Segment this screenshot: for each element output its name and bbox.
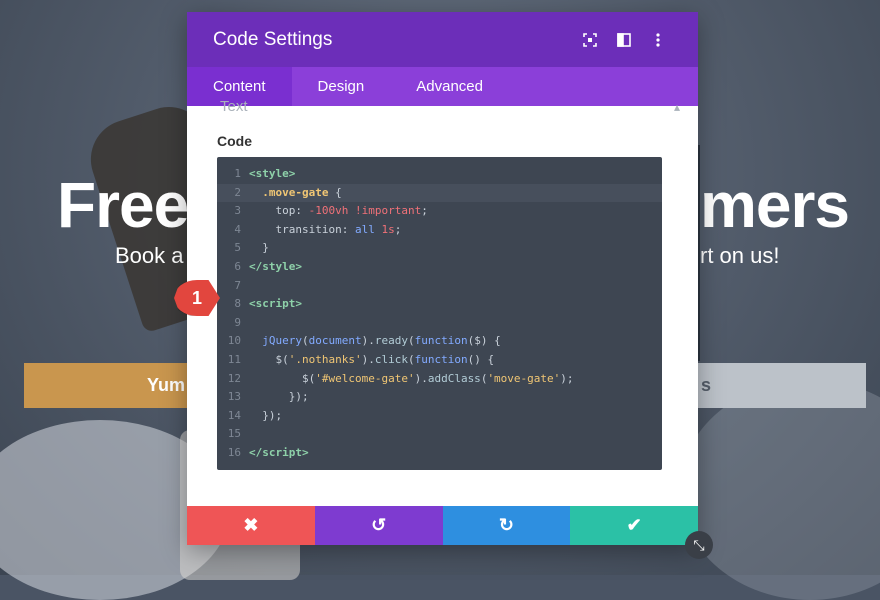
tab-advanced[interactable]: Advanced bbox=[390, 67, 509, 106]
redo-button[interactable]: ↻ bbox=[442, 506, 571, 545]
yum-button[interactable]: Yum bbox=[24, 363, 194, 408]
modal-body: Text ▴ Code 1 <style> 2 .move-gate { 3 to… bbox=[187, 98, 698, 506]
background-plate bbox=[680, 380, 880, 600]
code-line: 13 }); bbox=[217, 388, 662, 407]
code-line: 12 $('#welcome-gate').addClass('move-gat… bbox=[217, 370, 662, 389]
line-number: 1 bbox=[234, 167, 241, 180]
more-vertical-icon[interactable] bbox=[644, 26, 672, 54]
line-number: 12 bbox=[227, 371, 241, 385]
line-number: 3 bbox=[234, 204, 241, 218]
hero-subline-right: rt on us! bbox=[700, 243, 780, 268]
split-view-icon[interactable] bbox=[610, 26, 638, 54]
resize-handle-icon[interactable]: ⤡ bbox=[685, 531, 713, 559]
checkmark-icon: ✔ bbox=[626, 515, 642, 535]
modal-title: Code Settings bbox=[213, 28, 333, 50]
undo-button[interactable]: ↺ bbox=[314, 506, 443, 545]
code-line: 11 $('.nothanks').click(function() { bbox=[217, 351, 662, 370]
code-line: 14 }); bbox=[217, 407, 662, 426]
code-editor[interactable]: 1 <style> 2 .move-gate { 3 top: -100vh !i… bbox=[217, 157, 662, 470]
hero-headline-left: Free bbox=[57, 169, 189, 241]
focus-icon[interactable] bbox=[576, 26, 604, 54]
hero-headline-right: mers bbox=[700, 169, 850, 241]
close-icon: ✖ bbox=[243, 515, 259, 535]
line-number: 10 bbox=[227, 334, 241, 348]
code-line: 9 bbox=[217, 314, 662, 333]
save-button[interactable]: ✔ bbox=[570, 506, 698, 545]
line-number: 4 bbox=[234, 222, 241, 236]
line-number: 7 bbox=[234, 278, 241, 292]
code-line: 3 top: -100vh !important; bbox=[217, 202, 662, 221]
no-thanks-label: s bbox=[700, 375, 711, 395]
line-number: 5 bbox=[234, 241, 241, 255]
modal-footer: ✖ ↺ ↻ ✔ bbox=[187, 506, 698, 545]
code-line: 2 .move-gate { bbox=[217, 183, 662, 203]
line-number: 14 bbox=[227, 408, 241, 422]
code-line: 7 bbox=[217, 277, 662, 296]
line-number: 9 bbox=[234, 315, 241, 329]
line-number: 2 bbox=[234, 185, 241, 199]
code-line: 16 </script> bbox=[217, 444, 662, 463]
undo-icon: ↺ bbox=[371, 515, 387, 535]
chevron-up-icon[interactable]: ▴ bbox=[674, 100, 680, 114]
code-line: 5 } bbox=[217, 239, 662, 258]
no-thanks-button[interactable]: s bbox=[690, 363, 866, 408]
cancel-button[interactable]: ✖ bbox=[187, 506, 315, 545]
line-number: 8 bbox=[234, 297, 241, 311]
modal-tabs: Content Design Advanced bbox=[187, 67, 698, 106]
line-number: 13 bbox=[227, 390, 241, 404]
line-number: 11 bbox=[227, 352, 241, 366]
code-line: 4 transition: all 1s; bbox=[217, 221, 662, 240]
tab-design[interactable]: Design bbox=[292, 67, 391, 106]
line-number: 6 bbox=[234, 259, 241, 273]
code-field-label: Code bbox=[217, 133, 252, 149]
line-number: 16 bbox=[227, 445, 241, 459]
code-settings-modal: Code Settings Content Design Advanced Te… bbox=[187, 12, 698, 545]
redo-icon: ↻ bbox=[498, 515, 514, 535]
hero-subline-left: Book a bbox=[115, 243, 184, 268]
modal-header: Code Settings bbox=[187, 12, 698, 67]
code-line: 6 </style> bbox=[217, 258, 662, 277]
code-line: 8 <script> bbox=[217, 295, 662, 314]
code-line: 10 jQuery(document).ready(function($) { bbox=[217, 332, 662, 351]
line-number: 15 bbox=[227, 427, 241, 441]
code-line: 1 <style> bbox=[217, 165, 662, 184]
text-section-toggle[interactable]: Text bbox=[220, 98, 248, 115]
code-line: 15 bbox=[217, 425, 662, 444]
